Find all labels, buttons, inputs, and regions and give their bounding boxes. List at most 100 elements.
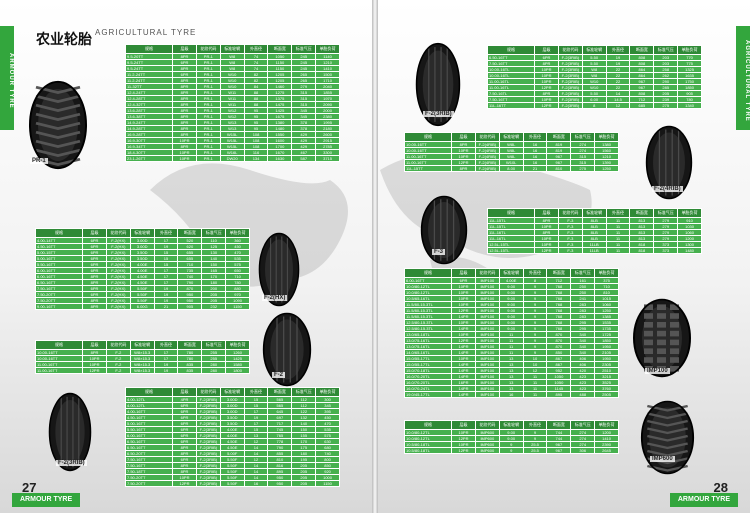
table-cell: 12 xyxy=(605,102,631,109)
table-header-cell: 外直径 xyxy=(522,420,548,430)
table-header-cell: 外直径 xyxy=(153,340,179,350)
table-cell: 6.00G xyxy=(129,303,155,310)
table-cell: 205 xyxy=(291,480,317,487)
table-header-cell: 单胎负荷 xyxy=(315,44,340,54)
table-cell: 11L-15TT xyxy=(403,165,453,172)
table-cell: 905 xyxy=(177,303,203,310)
table-header-cell: 断面宽 xyxy=(629,45,655,55)
tyre-pattern-label: PR-1 xyxy=(30,158,48,164)
table-header-cell: 层级 xyxy=(172,387,197,397)
tyre-pattern-label: IMP100 xyxy=(645,368,670,374)
table-cell: 12PR xyxy=(82,367,107,374)
section-title-zh: 农业轮胎 xyxy=(36,31,92,47)
table-header-cell: 标准轮辋 xyxy=(498,268,524,278)
table-cell: 11L-16TT xyxy=(486,102,536,109)
table-header-cell: 花纹代码 xyxy=(105,340,131,350)
table-cell: 9.00-16TT xyxy=(34,303,84,310)
table-cell: 8.00 xyxy=(498,165,524,172)
table-cell: 11 xyxy=(522,391,548,398)
table-header-cell: 外直径 xyxy=(605,45,631,55)
table-cell: F-2(4RIB) xyxy=(474,165,500,172)
table-cell: 21 xyxy=(522,165,548,172)
table-header-cell: 标准轮辋 xyxy=(129,228,155,238)
left-brand-bar: ARMOUR TYRE xyxy=(12,493,81,507)
table-header-cell: 标准轮辋 xyxy=(498,132,524,142)
table-header-cell: 标准轮辋 xyxy=(581,208,607,218)
table-cell: 2645 xyxy=(594,447,619,454)
table-cell: 5.50F xyxy=(219,480,245,487)
table-cell: 12PR xyxy=(534,102,559,109)
table-cell: 373 xyxy=(653,247,679,254)
right-sidebar-tab: AGRICULTURAL TYRE xyxy=(736,26,750,130)
spec-table-front-a: 规格 层级 花纹代码 标准轮辋 外直径 断面宽 标准气压 单胎负荷 4.00-14TT 6PR F-… xyxy=(34,228,250,310)
table-header-cell: 花纹代码 xyxy=(195,44,221,54)
table-header-cell: 标准轮辋 xyxy=(129,340,155,350)
table-cell: 967 xyxy=(546,447,572,454)
tyre-image-imp100 xyxy=(633,298,691,378)
table-row: 11L-16TT 12PR F-2(3RIB) 8 12 685 275 1340 xyxy=(486,102,702,109)
right-brand-bar: ARMOUR TYRE xyxy=(669,493,738,507)
table-header-cell: 层级 xyxy=(534,208,559,218)
tyre-image-f2 xyxy=(262,312,312,387)
table-header-cell: 标准气压 xyxy=(201,340,227,350)
table-header-cell: 规格 xyxy=(34,228,84,238)
table-cell: F-2(4RIB) xyxy=(474,159,500,166)
table-cell: 306 xyxy=(570,447,596,454)
table-header-cell: 规格 xyxy=(124,387,174,397)
table-header-cell: 单胎负荷 xyxy=(677,208,702,218)
table-row: 23.1-26TT 10PR PR-1 DW20 134 1630 587 3715 xyxy=(124,155,340,162)
table-header-cell: 标准气压 xyxy=(201,228,227,238)
table-cell: F-2(4RIB) xyxy=(474,147,500,154)
table-cell: F-2(3RIB) xyxy=(195,414,221,421)
table-cell: F-2(3RIB) xyxy=(557,60,583,67)
table-header-cell: 断面宽 xyxy=(546,268,572,278)
table-row: 10.5/80-18TL 12PR IMP600 9 25.5 967 306 2645 xyxy=(403,447,619,454)
table-header-cell: 单胎负荷 xyxy=(594,132,619,142)
table-header-cell: 规格 xyxy=(124,44,174,54)
table-cell: 587 xyxy=(291,155,317,162)
table-header-cell: 规格 xyxy=(403,268,453,278)
spec-table-front-b: 规格 层级 花纹代码 标准轮辋 外直径 断面宽 标准气压 单胎负荷 10.00-16TT 8PR F… xyxy=(34,340,250,374)
table-header-cell: 标准气压 xyxy=(570,132,596,142)
table-header-cell: 层级 xyxy=(451,268,476,278)
table-cell: F-2(3RIB) xyxy=(195,456,221,463)
table-cell: F-2(3RIB) xyxy=(195,438,221,445)
table-header-cell: 规格 xyxy=(403,132,453,142)
table-cell: F-2(3RIB) xyxy=(195,480,221,487)
table-cell: 1480 xyxy=(677,247,702,254)
table-header-cell: 规格 xyxy=(34,340,84,350)
table-row: 12.5L-15TL 12PR F-3 11LB 11 818 373 1480 xyxy=(486,247,702,254)
table-cell: F-2(3RIB) xyxy=(195,468,221,475)
spec-table-imp600: 规格 层级 花纹代码 标准轮辋 外直径 断面宽 标准气压 单胎负荷 10.0/80-12TL 10… xyxy=(403,420,619,454)
table-cell: 12PR xyxy=(172,480,197,487)
table-cell: W8×15.3 xyxy=(129,367,155,374)
table-cell: 11 xyxy=(605,247,631,254)
table-cell: 8PR xyxy=(82,303,107,310)
table-cell: F-2(3RIB) xyxy=(195,474,221,481)
table-header-cell: 标准气压 xyxy=(570,420,596,430)
table-header-cell: 花纹代码 xyxy=(105,228,131,238)
table-cell: F-2(3RIB) xyxy=(195,444,221,451)
table-cell: 280 xyxy=(201,367,227,374)
table-cell: 895 xyxy=(546,391,572,398)
table-cell: F-2(3RIB) xyxy=(195,462,221,469)
table-cell: PR-1 xyxy=(195,155,221,162)
table-cell: 14PR xyxy=(451,391,476,398)
table-header-cell: 层级 xyxy=(82,228,107,238)
table-cell: 12.5L-15TL xyxy=(486,247,536,254)
table-cell: 488 xyxy=(570,391,596,398)
tyre-pattern-label: F-2(4RIB) xyxy=(652,186,683,192)
table-header-cell: 单胎负荷 xyxy=(225,340,250,350)
table-cell: IMP600 xyxy=(474,447,500,454)
table-header-cell: 标准气压 xyxy=(570,268,596,278)
table-cell: F-2(HX) xyxy=(105,303,131,310)
table-cell: F-2(3RIB) xyxy=(557,72,583,79)
table-cell: 810 xyxy=(546,165,572,172)
table-cell: 275 xyxy=(570,165,596,172)
table-cell: 9 xyxy=(498,447,524,454)
table-cell: 19 xyxy=(153,367,179,374)
spec-table-rib3-top: 规格 层级 花纹代码 标准轮辋 外直径 断面宽 标准气压 单胎负荷 6.50-16TT 6PR F-… xyxy=(486,45,702,109)
table-row: 11.00-16TT 12PR F-2 W8×15.3 19 835 280 1800 xyxy=(34,367,250,374)
table-header-cell: 单胎负荷 xyxy=(677,45,702,55)
table-cell: 685 xyxy=(629,102,655,109)
